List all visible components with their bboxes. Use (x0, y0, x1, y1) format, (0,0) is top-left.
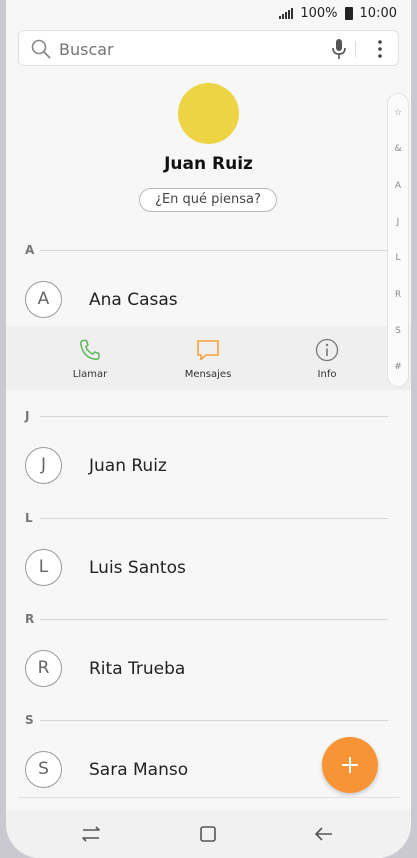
index-item[interactable]: ☆ (388, 108, 408, 118)
contact-name: Sara Manso (89, 760, 189, 780)
section-header-j: J (6, 406, 388, 426)
battery-icon (344, 7, 353, 20)
contact-row[interactable]: A Ana Casas (6, 272, 388, 330)
section-divider (40, 518, 388, 519)
section-letter: R (25, 612, 35, 626)
call-button[interactable]: Llamar (45, 338, 135, 380)
contact-name: Ana Casas (89, 290, 178, 310)
section-letter: S (25, 713, 34, 727)
search-divider (355, 41, 356, 57)
section-header-l: L (6, 508, 388, 528)
contact-name: Rita Trueba (89, 659, 186, 679)
section-divider (40, 250, 388, 251)
microphone-icon[interactable] (330, 38, 348, 60)
info-button[interactable]: Info (282, 338, 372, 380)
contact-avatar: L (25, 549, 62, 586)
call-label: Llamar (72, 369, 108, 380)
section-letter: L (25, 511, 33, 525)
index-item[interactable]: S (388, 326, 408, 336)
section-header-r: R (6, 609, 388, 629)
section-letter: A (25, 243, 35, 257)
contact-avatar: S (25, 751, 62, 788)
battery-percent: 100% (300, 6, 338, 21)
search-input[interactable] (57, 39, 321, 60)
list-bottom-divider (18, 797, 399, 798)
section-divider (40, 720, 388, 721)
index-item[interactable]: J (388, 217, 408, 227)
clock: 10:00 (359, 6, 397, 21)
contact-actions-panel: Llamar Mensajes Info (6, 326, 411, 390)
navigation-bar (6, 810, 411, 858)
search-bar[interactable] (18, 30, 399, 66)
index-item[interactable]: & (388, 144, 408, 154)
contact-name: Juan Ruiz (89, 456, 167, 476)
phone-icon (80, 339, 100, 361)
section-divider (40, 416, 388, 417)
contact-row[interactable]: L Luis Santos (6, 540, 388, 598)
back-icon[interactable] (312, 822, 336, 846)
status-button[interactable]: ¿En qué piensa? (139, 188, 277, 212)
index-item[interactable]: R (388, 290, 408, 300)
status-bar: 100% 10:00 (6, 0, 411, 28)
recent-apps-icon[interactable] (79, 822, 103, 846)
contact-avatar: A (25, 281, 62, 318)
message-label: Mensajes (184, 369, 232, 380)
search-icon (31, 39, 51, 59)
signal-icon (279, 8, 294, 19)
contact-name: Luis Santos (89, 558, 186, 578)
info-label: Info (317, 369, 337, 380)
section-letter: J (25, 409, 30, 423)
section-divider (40, 619, 388, 620)
plus-icon (342, 757, 358, 773)
index-item[interactable]: L (388, 253, 408, 263)
home-icon[interactable] (196, 822, 220, 846)
info-icon (315, 338, 339, 362)
section-header-s: S (6, 710, 388, 730)
profile-name[interactable]: Juan Ruiz (6, 154, 411, 174)
add-contact-button[interactable] (322, 737, 378, 793)
contact-row[interactable]: J Juan Ruiz (6, 438, 388, 496)
contact-avatar: J (25, 447, 62, 484)
index-item[interactable]: A (388, 181, 408, 191)
more-options-icon[interactable] (372, 38, 388, 60)
message-button[interactable]: Mensajes (163, 338, 253, 380)
contact-row[interactable]: R Rita Trueba (6, 641, 388, 699)
index-item[interactable]: # (388, 362, 408, 372)
alphabet-index-bar[interactable]: ☆ & A J L R S # (387, 93, 409, 387)
message-icon (197, 340, 219, 361)
profile-avatar[interactable] (178, 83, 239, 144)
contacts-screen: 100% 10:00 Juan Ruiz ¿En qué piensa? A A… (6, 0, 411, 858)
contact-avatar: R (25, 650, 62, 687)
section-header-a: A (6, 240, 388, 260)
